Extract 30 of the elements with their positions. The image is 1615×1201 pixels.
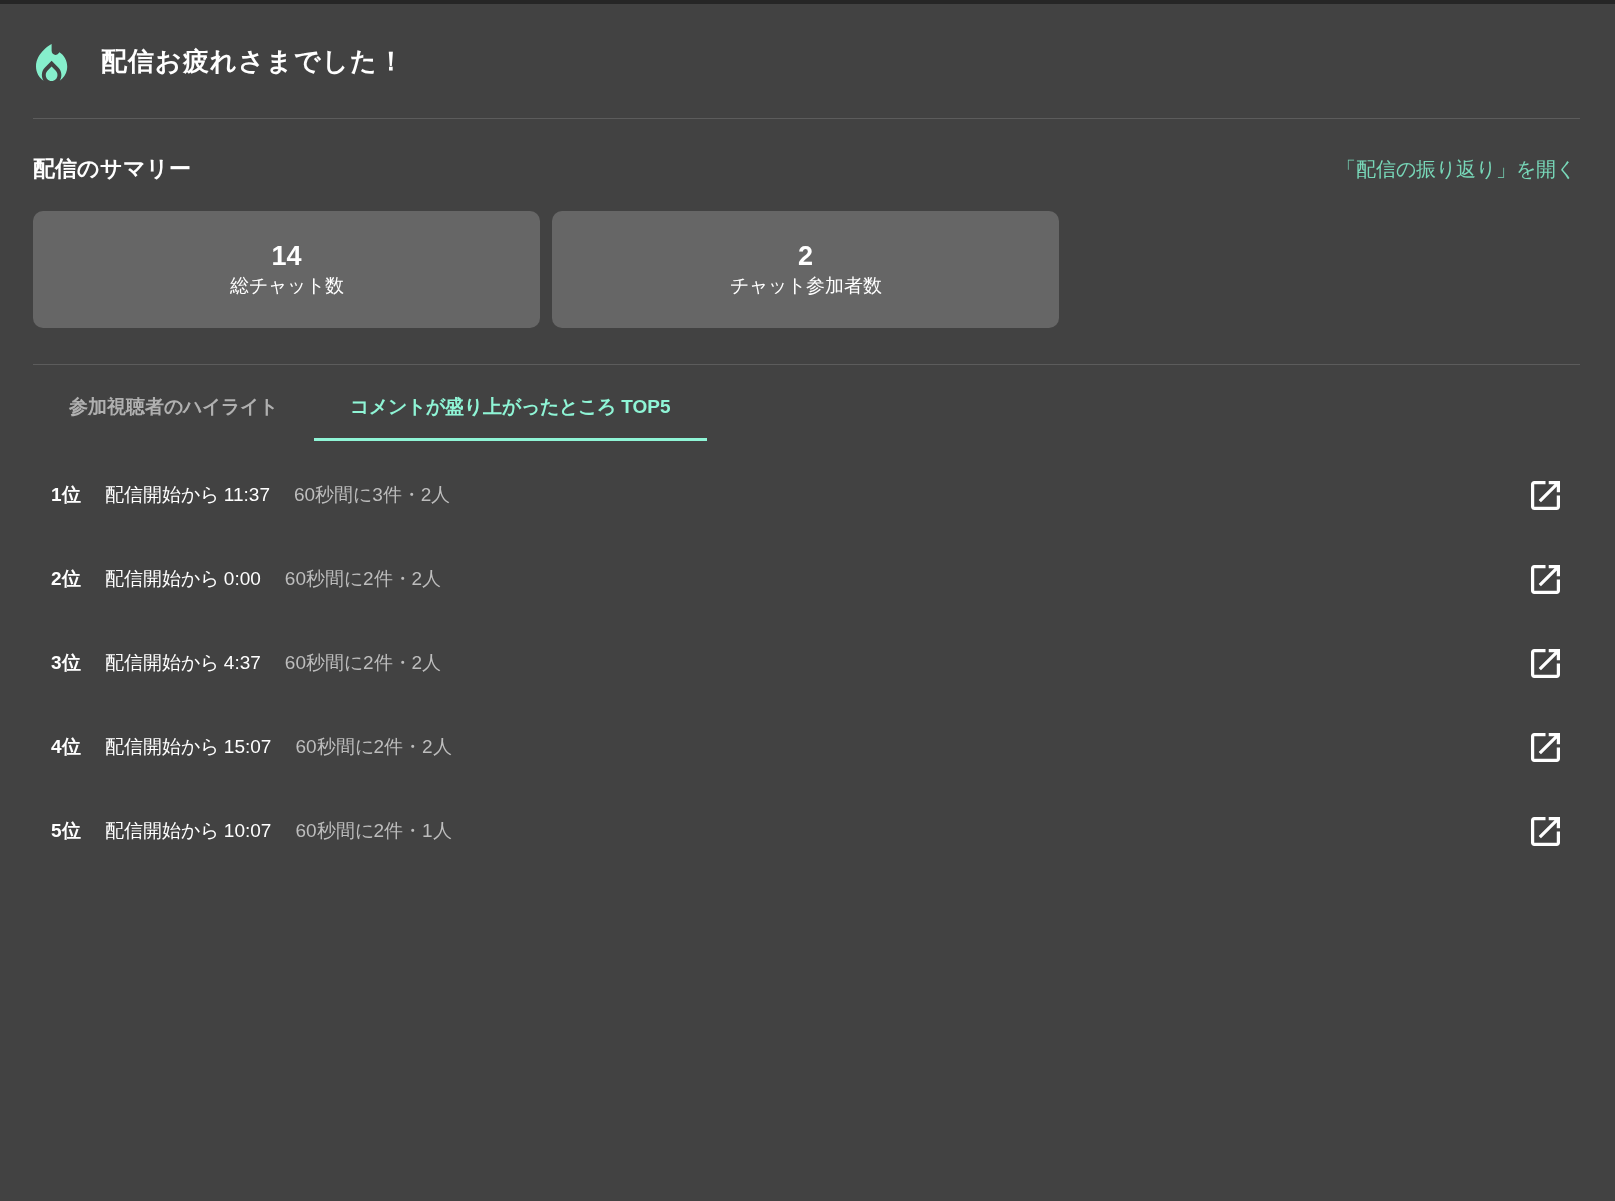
- start-time-text: 配信開始から 10:07: [104, 819, 272, 843]
- stat-label: チャット参加者数: [729, 273, 882, 298]
- comment-count-text: 60秒間に2件・2人: [295, 735, 452, 759]
- review-link[interactable]: 「配信の振り返り」を開く: [1336, 155, 1576, 183]
- stat-value: 14: [271, 239, 302, 272]
- start-time-text: 配信開始から 11:37: [104, 483, 270, 507]
- rank-label: 5位: [51, 819, 81, 843]
- rank-label: 4位: [51, 735, 81, 759]
- page-title: 配信お疲れさまでした！: [101, 44, 405, 78]
- comment-count-text: 60秒間に2件・2人: [284, 651, 442, 675]
- rank-label: 1位: [51, 483, 81, 507]
- comment-count-text: 60秒間に2件・2人: [284, 567, 442, 591]
- start-time-text: 配信開始から 15:07: [104, 735, 272, 759]
- stat-label: 総チャット数: [229, 273, 344, 298]
- external-link-icon[interactable]: [1531, 732, 1560, 762]
- tab[interactable]: コメントが盛り上がったところ TOP5: [314, 375, 707, 441]
- start-time-text: 配信開始から 4:37: [104, 651, 261, 675]
- stat-value: 2: [798, 239, 813, 272]
- flame-icon: [36, 43, 68, 81]
- section-heading: 配信のサマリー: [33, 155, 191, 183]
- comment-count-text: 60秒間に2件・1人: [295, 819, 452, 843]
- tab[interactable]: 参加視聴者のハイライト: [33, 375, 314, 441]
- external-link-icon[interactable]: [1531, 816, 1560, 846]
- rank-label: 3位: [51, 651, 81, 675]
- rank-label: 2位: [51, 567, 81, 591]
- external-link-icon[interactable]: [1531, 564, 1560, 594]
- external-link-icon[interactable]: [1531, 648, 1560, 678]
- start-time-text: 配信開始から 0:00: [104, 567, 261, 591]
- comment-count-text: 60秒間に3件・2人: [294, 483, 451, 507]
- external-link-icon[interactable]: [1531, 480, 1560, 510]
